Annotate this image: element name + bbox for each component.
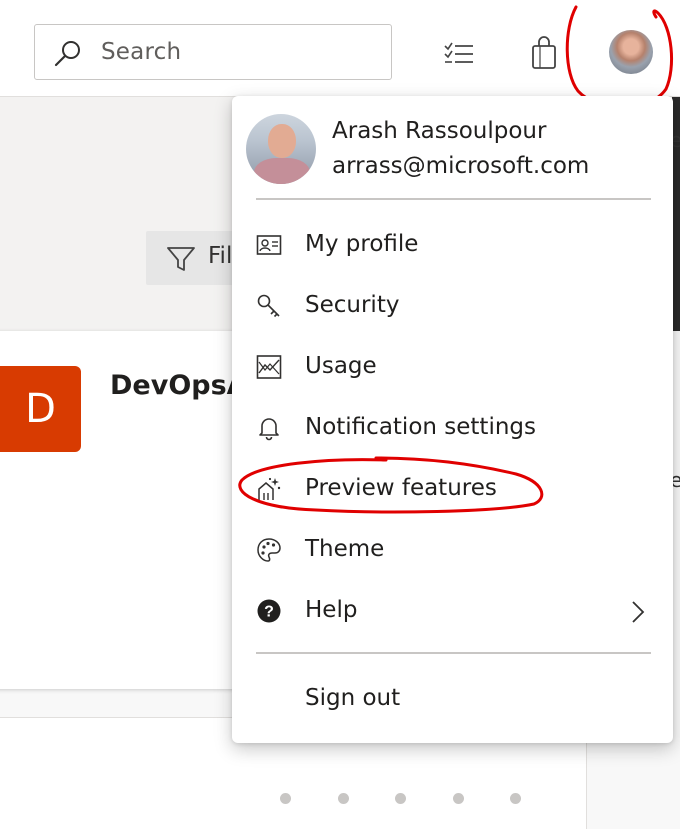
task-list-icon[interactable] [443, 40, 475, 68]
project-avatar-tile[interactable]: D [0, 366, 81, 452]
menu-item-theme[interactable]: Theme [232, 525, 673, 575]
menu-item-label: Help [305, 597, 358, 623]
menu-divider [256, 198, 651, 200]
filter-icon [167, 247, 195, 271]
bell-icon [259, 418, 279, 441]
loading-dot [338, 793, 349, 804]
svg-text:?: ? [264, 604, 274, 621]
key-icon [257, 294, 280, 318]
search-input[interactable]: Search [34, 24, 392, 80]
usage-chart-icon [256, 355, 282, 379]
menu-item-label: Security [305, 292, 400, 318]
menu-item-preview-features[interactable]: Preview features [232, 464, 673, 514]
sign-out-button[interactable]: Sign out [232, 674, 673, 724]
shopping-bag-icon[interactable] [530, 36, 558, 70]
loading-dot [510, 793, 521, 804]
help-circle-icon: ? [257, 599, 281, 623]
search-icon [54, 41, 80, 67]
profile-avatar [246, 114, 316, 184]
profile-email: arrass@microsoft.com [332, 153, 590, 179]
search-placeholder: Search [101, 39, 182, 65]
profile-card-icon [256, 235, 282, 255]
top-header: Search [0, 0, 680, 97]
menu-item-help[interactable]: ? Help [232, 586, 673, 636]
menu-item-label: My profile [305, 231, 419, 257]
loading-dot [280, 793, 291, 804]
page: Search e Fil D DevOpsA e Arash Rassoulpo… [0, 0, 680, 829]
menu-item-notification-settings[interactable]: Notification settings [232, 403, 673, 453]
menu-item-label: Notification settings [305, 414, 536, 440]
sign-out-label: Sign out [305, 685, 401, 711]
menu-item-my-profile[interactable]: My profile [232, 220, 673, 270]
palette-icon [257, 538, 281, 562]
user-menu: Arash Rassoulpour arrass@microsoft.com M… [232, 96, 673, 743]
user-avatar[interactable] [609, 30, 653, 74]
menu-item-label: Preview features [305, 475, 497, 501]
filter-label: Fil [208, 243, 233, 269]
menu-divider [256, 652, 651, 654]
loading-dot [395, 793, 406, 804]
menu-item-usage[interactable]: Usage [232, 342, 673, 392]
chevron-right-icon [632, 601, 645, 623]
menu-item-security[interactable]: Security [232, 281, 673, 331]
preview-features-icon [258, 477, 281, 500]
project-name[interactable]: DevOpsA [110, 370, 248, 401]
profile-name: Arash Rassoulpour [332, 118, 547, 144]
loading-dot [453, 793, 464, 804]
menu-item-label: Theme [305, 536, 385, 562]
menu-item-label: Usage [305, 353, 377, 379]
